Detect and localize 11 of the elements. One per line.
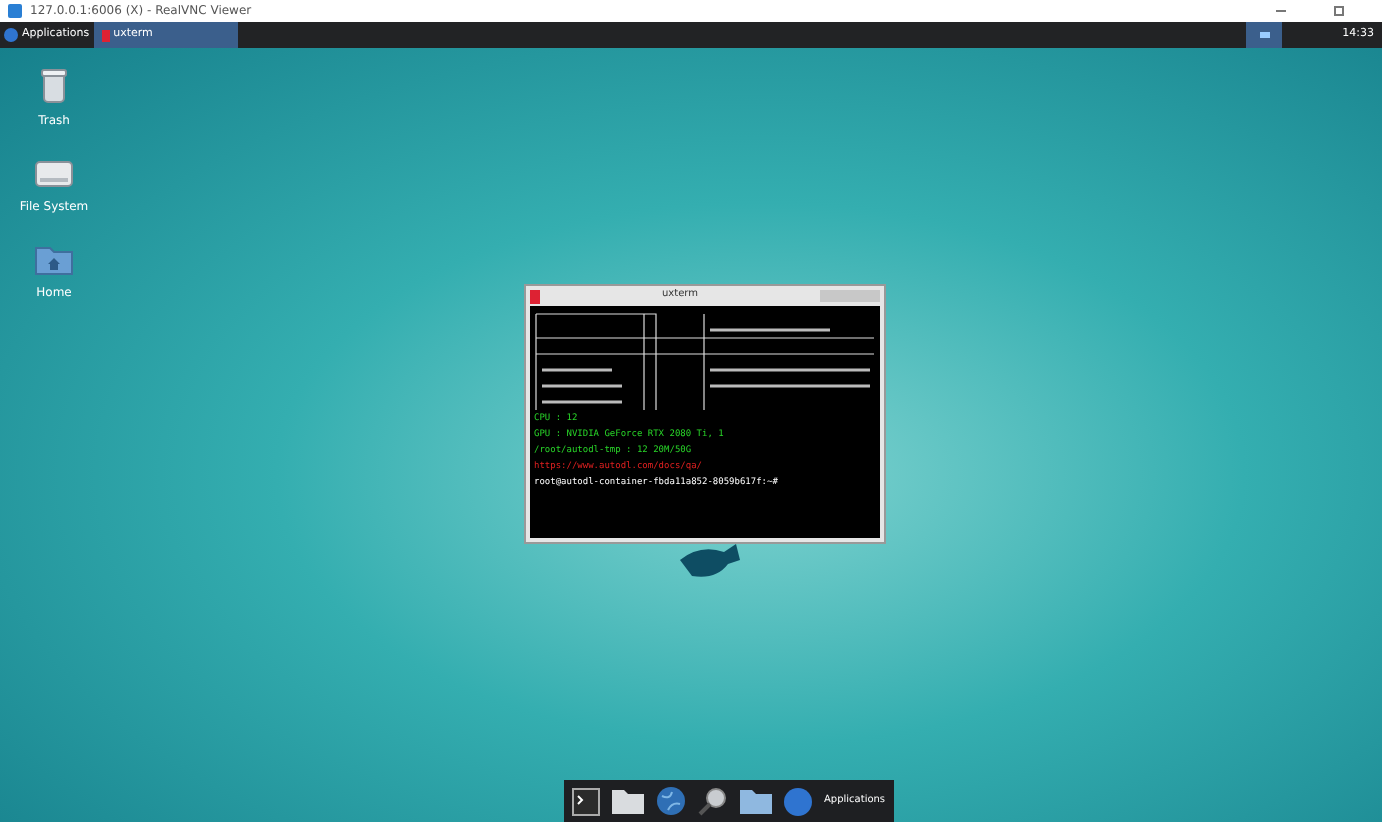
folder-icon[interactable] xyxy=(612,788,644,814)
app-logo-icon xyxy=(8,4,22,18)
globe-icon[interactable] xyxy=(656,786,686,816)
hard-drive-icon xyxy=(34,158,74,190)
terminal-icon[interactable] xyxy=(572,787,600,815)
search-icon[interactable] xyxy=(698,786,728,816)
folder-icon[interactable] xyxy=(740,788,772,814)
tray-screen-icon[interactable] xyxy=(1246,22,1283,48)
trash-can-icon xyxy=(38,68,70,104)
home-folder-icon xyxy=(34,244,74,276)
maximize-icon[interactable] xyxy=(1334,6,1344,16)
